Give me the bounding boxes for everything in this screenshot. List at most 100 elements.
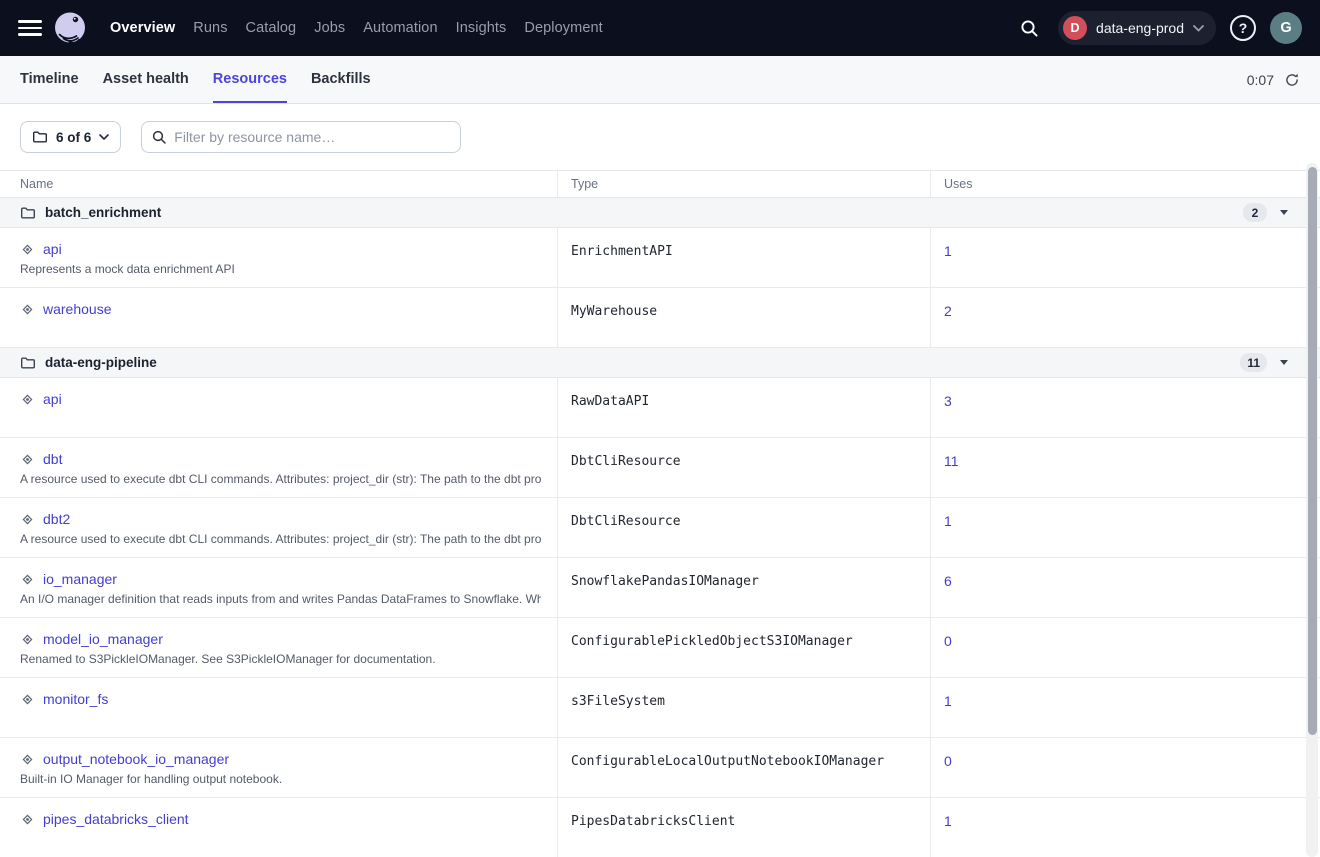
- resources-table: Name Type Uses batch_enrichment 2 api Re…: [0, 170, 1320, 857]
- table-row: api Represents a mock data enrichment AP…: [0, 228, 1320, 288]
- resource-name-link[interactable]: monitor_fs: [43, 691, 108, 707]
- resource-icon: [20, 302, 35, 317]
- chevron-down-icon: [1193, 25, 1204, 32]
- resource-name-link[interactable]: pipes_databricks_client: [43, 811, 189, 827]
- resource-type: RawDataAPI: [557, 378, 930, 437]
- folder-icon: [20, 355, 36, 371]
- resource-uses-link[interactable]: 11: [944, 453, 959, 469]
- deployment-switcher[interactable]: D data-eng-prod: [1058, 11, 1216, 45]
- resource-uses-link[interactable]: 2: [944, 303, 952, 319]
- resource-uses-link[interactable]: 0: [944, 633, 952, 649]
- table-row: io_manager An I/O manager definition tha…: [0, 558, 1320, 618]
- deployment-initial-badge: D: [1063, 16, 1087, 40]
- resource-icon: [20, 242, 35, 257]
- resource-type: EnrichmentAPI: [557, 228, 930, 287]
- nav-item-runs[interactable]: Runs: [193, 20, 227, 36]
- resource-description: Represents a mock data enrichment API: [20, 262, 541, 276]
- table-row: monitor_fs s3FileSystem 1: [0, 678, 1320, 738]
- resource-description: Renamed to S3PickleIOManager. See S3Pick…: [20, 652, 541, 666]
- resource-name-link[interactable]: api: [43, 241, 62, 257]
- tab-asset-health[interactable]: Asset health: [103, 56, 189, 103]
- user-avatar[interactable]: G: [1270, 12, 1302, 44]
- nav-item-deployment[interactable]: Deployment: [524, 20, 602, 36]
- resource-name-link[interactable]: io_manager: [43, 571, 117, 587]
- group-row-batch-enrichment[interactable]: batch_enrichment 2: [0, 198, 1320, 228]
- resource-type: ConfigurablePickledObjectS3IOManager: [557, 618, 930, 677]
- nav-item-jobs[interactable]: Jobs: [314, 20, 345, 36]
- resource-type: MyWarehouse: [557, 288, 930, 347]
- table-row: output_notebook_io_manager Built-in IO M…: [0, 738, 1320, 798]
- repo-filter-button[interactable]: 6 of 6: [20, 121, 121, 153]
- group-count-badge: 2: [1243, 203, 1267, 222]
- resource-name-link[interactable]: dbt: [43, 451, 62, 467]
- primary-nav: Overview Runs Catalog Jobs Automation In…: [110, 20, 603, 36]
- resource-uses-link[interactable]: 1: [944, 693, 952, 709]
- resource-icon: [20, 632, 35, 647]
- scrollbar-thumb[interactable]: [1308, 167, 1317, 735]
- resource-search: [141, 121, 461, 153]
- resource-icon: [20, 692, 35, 707]
- nav-item-automation[interactable]: Automation: [363, 20, 437, 36]
- group-count-badge: 11: [1240, 353, 1267, 372]
- tab-resources[interactable]: Resources: [213, 56, 287, 103]
- resource-type: DbtCliResource: [557, 438, 930, 497]
- refresh-icon[interactable]: [1284, 72, 1300, 88]
- resource-type: PipesDatabricksClient: [557, 798, 930, 857]
- tab-timeline[interactable]: Timeline: [20, 56, 79, 103]
- tab-backfills[interactable]: Backfills: [311, 56, 371, 103]
- resource-name-link[interactable]: dbt2: [43, 511, 70, 527]
- resource-icon: [20, 572, 35, 587]
- resource-uses-link[interactable]: 1: [944, 513, 952, 529]
- menu-icon[interactable]: [18, 20, 42, 36]
- repo-filter-label: 6 of 6: [56, 130, 91, 145]
- search-icon[interactable]: [1014, 13, 1044, 43]
- resource-name-link[interactable]: warehouse: [43, 301, 112, 317]
- collapse-caret-icon[interactable]: [1280, 210, 1288, 215]
- help-icon[interactable]: ?: [1230, 15, 1256, 41]
- resource-uses-link[interactable]: 3: [944, 393, 952, 409]
- table-row: model_io_manager Renamed to S3PickleIOMa…: [0, 618, 1320, 678]
- resource-description: Built-in IO Manager for handling output …: [20, 772, 541, 786]
- resource-name-link[interactable]: model_io_manager: [43, 631, 163, 647]
- resource-icon: [20, 512, 35, 527]
- resource-description: An I/O manager definition that reads inp…: [20, 592, 541, 606]
- collapse-caret-icon[interactable]: [1280, 360, 1288, 365]
- nav-item-insights[interactable]: Insights: [456, 20, 507, 36]
- resource-type: SnowflakePandasIOManager: [557, 558, 930, 617]
- resource-description: A resource used to execute dbt CLI comma…: [20, 472, 541, 486]
- folder-icon: [20, 205, 36, 221]
- table-row: pipes_databricks_client PipesDatabricksC…: [0, 798, 1320, 857]
- resource-icon: [20, 752, 35, 767]
- group-row-data-eng-pipeline[interactable]: data-eng-pipeline 11: [0, 348, 1320, 378]
- column-header-uses: Uses: [930, 171, 1304, 197]
- group-name: batch_enrichment: [45, 205, 161, 220]
- resource-icon: [20, 392, 35, 407]
- nav-item-overview[interactable]: Overview: [110, 20, 175, 36]
- resource-uses-link[interactable]: 1: [944, 813, 952, 829]
- resource-type: s3FileSystem: [557, 678, 930, 737]
- resource-search-input[interactable]: [174, 129, 450, 145]
- resource-type: DbtCliResource: [557, 498, 930, 557]
- folder-icon: [32, 129, 48, 145]
- overview-tab-bar: Timeline Asset health Resources Backfill…: [0, 56, 1320, 104]
- dagster-logo-icon[interactable]: [50, 8, 90, 48]
- table-row: dbt2 A resource used to execute dbt CLI …: [0, 498, 1320, 558]
- deployment-name: data-eng-prod: [1096, 20, 1184, 36]
- column-header-name: Name: [0, 177, 557, 191]
- resource-uses-link[interactable]: 6: [944, 573, 952, 589]
- column-header-type: Type: [557, 171, 930, 197]
- search-icon: [152, 130, 166, 144]
- resource-icon: [20, 812, 35, 827]
- resource-icon: [20, 452, 35, 467]
- resource-type: ConfigurableLocalOutputNotebookIOManager: [557, 738, 930, 797]
- vertical-scrollbar[interactable]: [1306, 163, 1318, 857]
- resource-name-link[interactable]: output_notebook_io_manager: [43, 751, 229, 767]
- resources-toolbar: 6 of 6: [0, 104, 1320, 170]
- resource-uses-link[interactable]: 1: [944, 243, 952, 259]
- resource-name-link[interactable]: api: [43, 391, 62, 407]
- resource-uses-link[interactable]: 0: [944, 753, 952, 769]
- chevron-down-icon: [99, 134, 109, 141]
- top-nav: Overview Runs Catalog Jobs Automation In…: [0, 0, 1320, 56]
- refresh-countdown: 0:07: [1247, 72, 1274, 88]
- nav-item-catalog[interactable]: Catalog: [246, 20, 297, 36]
